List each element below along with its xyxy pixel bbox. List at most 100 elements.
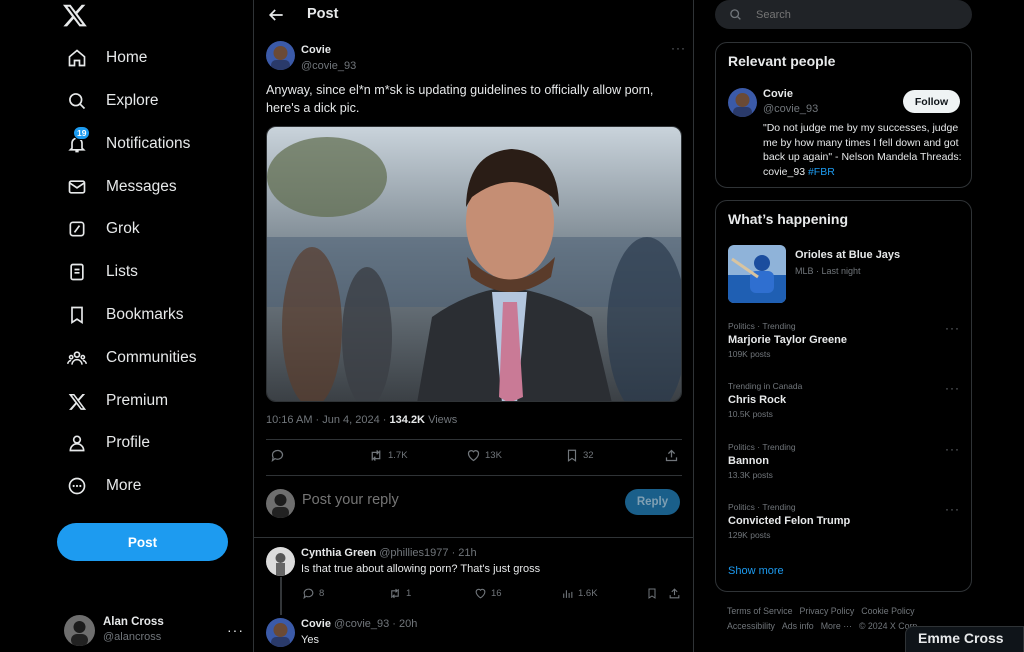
share-icon[interactable] bbox=[668, 587, 681, 600]
avatar[interactable] bbox=[266, 618, 295, 647]
nav-notifications[interactable]: 19 Notifications bbox=[60, 126, 196, 161]
repost-button[interactable]: 1 bbox=[388, 587, 411, 600]
nav-profile[interactable]: Profile bbox=[60, 426, 156, 460]
reply-button[interactable]: 8 bbox=[302, 587, 324, 600]
avatar bbox=[64, 614, 95, 646]
event-title: Orioles at Blue Jays bbox=[795, 249, 901, 261]
repost-button[interactable]: 1.7K bbox=[368, 448, 408, 463]
post-header: Covie @covie_93 ··· bbox=[266, 41, 686, 73]
post-timestamp[interactable]: 10:16 AM · Jun 4, 2024 · bbox=[266, 414, 390, 426]
trend-title: Marjorie Taylor Greene bbox=[728, 334, 848, 346]
messages-drawer-title: Emme Cross bbox=[918, 630, 1004, 646]
nav-grok[interactable]: Grok bbox=[60, 212, 146, 246]
footer-link[interactable]: Cookie Policy bbox=[861, 606, 914, 616]
comment-author-handle[interactable]: @phillies1977 · 21h bbox=[379, 547, 476, 559]
avatar[interactable] bbox=[266, 41, 295, 70]
show-more-link[interactable]: Show more bbox=[728, 565, 784, 577]
x-logo-icon[interactable] bbox=[62, 2, 88, 28]
trend-title: Convicted Felon Trump bbox=[728, 515, 851, 527]
more-dots-icon[interactable]: ··· bbox=[945, 442, 960, 456]
nav-home-label: Home bbox=[106, 49, 148, 66]
footer-link[interactable]: Terms of Service bbox=[727, 606, 793, 616]
comment-text: Is that true about allowing porn? That's… bbox=[301, 563, 541, 575]
home-icon bbox=[66, 47, 88, 69]
communities-icon bbox=[66, 347, 88, 369]
nav-premium[interactable]: Premium bbox=[60, 384, 174, 418]
more-dots-icon[interactable]: ··· bbox=[227, 622, 244, 638]
footer-link[interactable]: Accessibility bbox=[727, 621, 775, 631]
comment-author-name[interactable]: Cynthia Green bbox=[301, 547, 376, 559]
bookmark-button[interactable]: 32 bbox=[565, 448, 594, 463]
reply-submit-button[interactable]: Reply bbox=[625, 489, 680, 515]
trend-item[interactable]: Politics · Trending Marjorie Taylor Gree… bbox=[728, 321, 960, 361]
repost-icon bbox=[391, 588, 399, 599]
person-name[interactable]: Covie bbox=[763, 87, 818, 102]
trend-item[interactable]: Politics · Trending Convicted Felon Trum… bbox=[728, 502, 960, 542]
footer-link[interactable]: Privacy Policy bbox=[800, 606, 855, 616]
more-dots-icon[interactable]: ··· bbox=[945, 502, 960, 516]
more-dots-icon[interactable]: ··· bbox=[671, 41, 686, 55]
bell-icon: 19 bbox=[66, 126, 91, 155]
search-bar[interactable] bbox=[715, 0, 972, 29]
messages-drawer[interactable]: Emme Cross bbox=[905, 626, 1024, 652]
follow-button[interactable]: Follow bbox=[903, 90, 960, 113]
reply-input[interactable] bbox=[302, 492, 602, 508]
person-icon bbox=[66, 432, 88, 454]
bio-hashtag[interactable]: #FBR bbox=[808, 166, 835, 178]
nav-explore[interactable]: Explore bbox=[60, 84, 165, 118]
nav-home[interactable]: Home bbox=[60, 41, 153, 75]
avatar[interactable] bbox=[728, 88, 757, 117]
nav-bookmarks[interactable]: Bookmarks bbox=[60, 298, 190, 332]
list-item[interactable]: Covie @covie_93 · 20h Yes bbox=[266, 618, 686, 652]
nav-communities[interactable]: Communities bbox=[60, 341, 202, 375]
grok-icon bbox=[66, 218, 88, 240]
nav-lists[interactable]: Lists bbox=[60, 255, 144, 289]
account-name: Alan Cross bbox=[103, 616, 164, 628]
divider bbox=[254, 537, 693, 538]
post-author-handle[interactable]: @covie_93 bbox=[301, 58, 356, 74]
nav-explore-label: Explore bbox=[106, 92, 159, 109]
trend-item[interactable]: Trending in Canada Chris Rock 10.5K post… bbox=[728, 381, 960, 421]
event-item[interactable]: Orioles at Blue Jays MLB · Last night bbox=[795, 247, 900, 279]
reply-button[interactable] bbox=[270, 448, 289, 463]
footer-link[interactable]: More ··· bbox=[821, 621, 852, 631]
heart-icon bbox=[467, 450, 480, 462]
post-views-count: 134.2K bbox=[389, 414, 426, 426]
bookmark-icon bbox=[567, 449, 577, 462]
post-author-name[interactable]: Covie bbox=[301, 42, 356, 58]
more-dots-icon[interactable]: ··· bbox=[945, 321, 960, 335]
footer-link[interactable]: Ads info bbox=[782, 621, 814, 631]
panel-title: Relevant people bbox=[728, 53, 836, 69]
post-image[interactable] bbox=[266, 126, 682, 402]
event-sub: MLB · Last night bbox=[795, 266, 861, 276]
person-handle[interactable]: @covie_93 bbox=[763, 102, 818, 117]
search-input[interactable] bbox=[756, 8, 936, 21]
event-thumbnail[interactable] bbox=[728, 245, 786, 303]
nav-communities-label: Communities bbox=[106, 349, 197, 366]
post-button[interactable]: Post bbox=[57, 523, 228, 561]
bookmark-icon[interactable] bbox=[646, 587, 658, 600]
views-button[interactable]: 1.6K bbox=[561, 587, 598, 600]
avatar[interactable] bbox=[266, 547, 295, 576]
nav-more[interactable]: More bbox=[60, 469, 147, 503]
search-icon bbox=[66, 90, 88, 112]
post-text: Anyway, since el*n m*sk is updating guid… bbox=[266, 83, 654, 115]
nav-messages[interactable]: Messages bbox=[60, 170, 183, 204]
like-count: 13K bbox=[485, 450, 502, 461]
list-item[interactable]: Cynthia Green @phillies1977 · 21h Is tha… bbox=[266, 547, 686, 607]
comment-author-handle[interactable]: @covie_93 · 20h bbox=[334, 618, 417, 630]
trend-count: 10.5K posts bbox=[728, 409, 773, 419]
more-dots-icon[interactable]: ··· bbox=[945, 381, 960, 395]
reply-icon bbox=[303, 588, 314, 600]
share-button[interactable] bbox=[664, 448, 683, 463]
relevant-people-panel: Relevant people Covie @covie_93 Follow "… bbox=[715, 42, 972, 188]
bookmark-icon bbox=[66, 304, 88, 326]
trend-item[interactable]: Politics · Trending Bannon 13.3K posts ·… bbox=[728, 442, 960, 482]
comment-author-name[interactable]: Covie bbox=[301, 618, 331, 630]
like-button[interactable]: 16 bbox=[474, 587, 502, 600]
back-arrow-icon[interactable] bbox=[266, 5, 286, 25]
like-button[interactable]: 13K bbox=[466, 448, 502, 463]
nav-bookmarks-label: Bookmarks bbox=[106, 306, 184, 323]
account-switcher[interactable]: Alan Cross @alancross ··· bbox=[64, 614, 244, 646]
nav-profile-label: Profile bbox=[106, 434, 150, 451]
